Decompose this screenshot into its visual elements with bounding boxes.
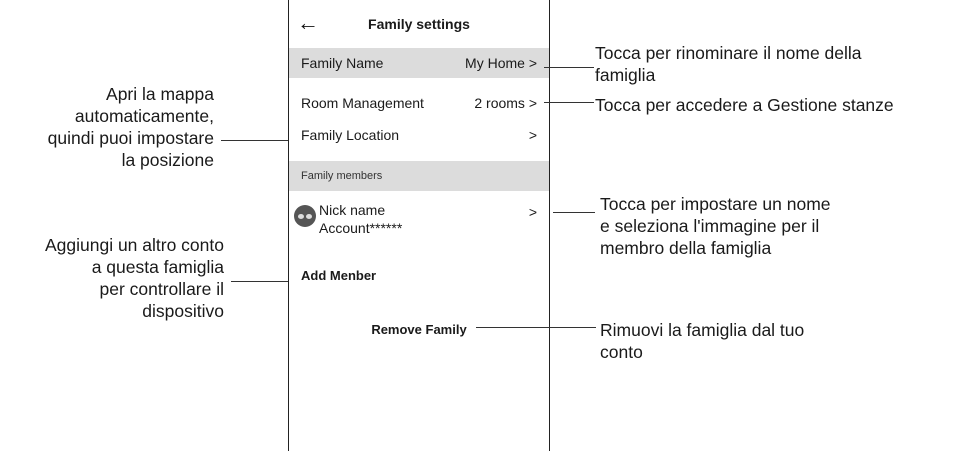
family-location-chevron: > (528, 127, 537, 143)
rename-annotation: Tocca per rinominare il nome della famigl… (595, 43, 862, 85)
remove-annotation: Rimuovi la famiglia dal tuo conto (600, 320, 805, 362)
member-leader-line (553, 212, 595, 213)
room-management-value: 2 rooms > (474, 95, 537, 111)
family-location-label: Family Location (301, 127, 400, 143)
member-nickname: Nick name (319, 202, 386, 218)
add-member-button[interactable]: Add Menber (301, 268, 376, 283)
phone-screen: ← Family settings Family Name My Home > … (288, 0, 550, 451)
family-location-row[interactable]: Family Location > (289, 120, 549, 150)
family-members-header: Family members (289, 161, 549, 191)
member-account: Account****** (319, 220, 403, 236)
rooms-annotation: Tocca per accedere a Gestione stanze (595, 95, 894, 115)
location-annotation: Apri la mappa automaticamente, quindi puoi… (47, 84, 214, 170)
room-management-label: Room Management (301, 95, 424, 111)
rename-leader-line (544, 67, 594, 68)
remove-leader-line (476, 327, 596, 328)
avatar-icon (294, 205, 316, 227)
member-chevron-icon: > (528, 204, 537, 220)
family-member-item[interactable]: Nick name Account****** > (289, 200, 549, 244)
add-leader-line (231, 281, 288, 282)
add-annotation: Aggiungi un altro conto a questa famiglia… (44, 235, 224, 321)
location-leader-line (221, 140, 288, 141)
room-management-row[interactable]: Room Management 2 rooms > (289, 88, 549, 118)
rooms-leader-line (544, 102, 594, 103)
family-name-label: Family Name (301, 55, 384, 71)
page-title: Family settings (368, 16, 470, 32)
remove-family-button[interactable]: Remove Family (289, 322, 549, 337)
family-name-row[interactable]: Family Name My Home > (289, 48, 549, 78)
top-bar: ← Family settings (289, 0, 549, 48)
family-name-value: My Home > (465, 55, 537, 71)
member-annotation: Tocca per impostare un nome e seleziona l… (600, 194, 831, 258)
